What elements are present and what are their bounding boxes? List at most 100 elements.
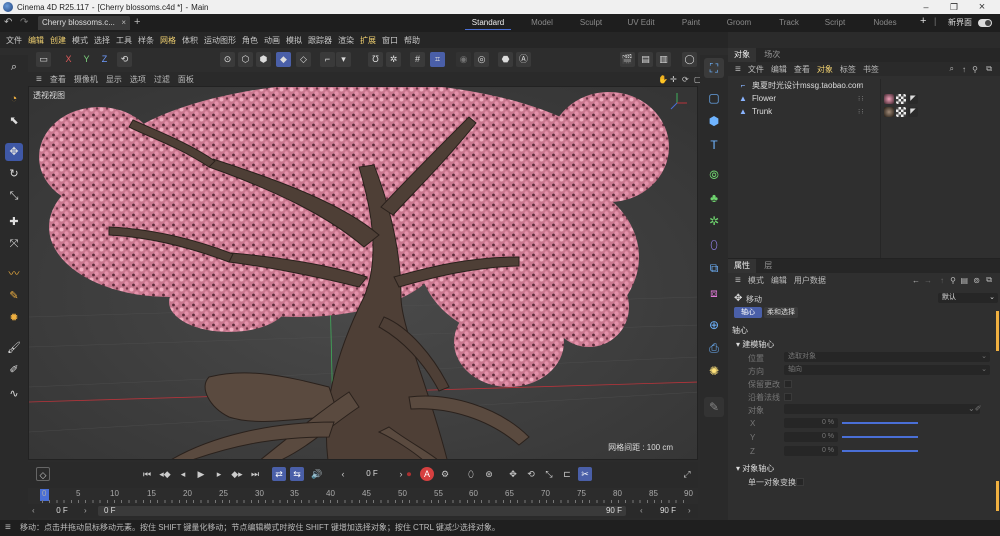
solo-icon[interactable]: ◉ xyxy=(456,52,471,67)
new-ui-toggle[interactable] xyxy=(978,19,992,27)
go-to-end-icon[interactable]: ⏭ xyxy=(248,467,262,481)
tab-attributes[interactable]: 属性 xyxy=(728,259,756,273)
scale-tool-icon[interactable]: ⤡ xyxy=(5,187,23,205)
loop-icon[interactable]: ⇄ xyxy=(272,467,286,481)
cloner-icon[interactable]: ♣ xyxy=(704,188,724,208)
direction-dropdown[interactable]: 轴向 ⌄ xyxy=(784,365,990,375)
tab-layers[interactable]: 层 xyxy=(758,259,778,273)
tab-paint[interactable]: Paint xyxy=(668,16,714,30)
coordinate-system-icon[interactable]: ⟲ xyxy=(117,52,132,67)
menu-mode[interactable]: 模式 xyxy=(72,35,88,46)
next-key-icon[interactable]: ◆▸ xyxy=(230,467,244,481)
add-layout-icon[interactable]: + xyxy=(920,15,926,27)
menu-volume[interactable]: 体积 xyxy=(182,35,198,46)
camera-mode-icon[interactable]: ▭ xyxy=(36,52,51,67)
menu-tracker[interactable]: 跟踪器 xyxy=(308,35,332,46)
range-end-prev-icon[interactable]: ‹ xyxy=(640,506,643,515)
viewport-menu-filter[interactable]: 过滤 xyxy=(154,74,170,85)
parameter-key-icon[interactable]: ⊏ xyxy=(560,467,574,481)
uvw-tag-icon[interactable] xyxy=(896,106,906,117)
render-picture-viewer-icon[interactable]: ▤ xyxy=(638,52,653,67)
camera-object-icon[interactable]: ⛶ xyxy=(704,58,724,78)
user-icon[interactable]: ◯ xyxy=(682,52,697,67)
spline-sketch-icon[interactable]: ✎ xyxy=(5,287,23,305)
phong-tag-icon[interactable]: ◤ xyxy=(908,93,918,104)
ping-pong-icon[interactable]: ⇆ xyxy=(290,467,304,481)
y-slider[interactable] xyxy=(842,436,918,438)
menu-mograph[interactable]: 运动图形 xyxy=(204,35,236,46)
x-slider[interactable] xyxy=(842,422,918,424)
uvw-tag-icon[interactable] xyxy=(896,93,906,104)
previous-key-icon[interactable]: ◂◆ xyxy=(158,467,172,481)
tab-objects[interactable]: 对象 xyxy=(728,48,756,62)
magnet-snap-icon[interactable]: Ʊ xyxy=(368,52,383,67)
visibility-dots-icon[interactable]: ⁝⁝ xyxy=(858,95,864,103)
object-menu-edit[interactable]: 编辑 xyxy=(771,64,787,75)
along-normals-checkbox[interactable] xyxy=(784,393,792,401)
object-search-icon[interactable]: ⌕ xyxy=(950,64,954,74)
minimize-button[interactable]: – xyxy=(912,0,940,14)
timeline-window-icon[interactable]: ⤢ xyxy=(680,467,694,481)
menu-create[interactable]: 创建 xyxy=(50,35,66,46)
rotation-key-icon[interactable]: ⟲ xyxy=(524,467,538,481)
select-tool-icon[interactable]: ⬉ xyxy=(5,112,23,130)
menu-window[interactable]: 窗口 xyxy=(382,35,398,46)
back-arrow-icon[interactable]: ← xyxy=(912,276,920,285)
history-icon[interactable]: ⊚ xyxy=(973,276,980,285)
cube-object-icon[interactable]: ⬢ xyxy=(704,111,724,131)
scale-key-icon[interactable]: ⤡ xyxy=(542,467,556,481)
light-icon[interactable]: ✺ xyxy=(704,361,724,381)
workplane-menu-icon[interactable]: ▾ xyxy=(336,52,351,67)
menu-tools[interactable]: 工具 xyxy=(116,35,132,46)
edge-mode-icon[interactable]: ⬢ xyxy=(256,52,271,67)
keep-changes-checkbox[interactable] xyxy=(784,380,792,388)
frame-back-icon[interactable]: ‹ xyxy=(336,467,350,481)
object-menu-bookmarks[interactable]: 书签 xyxy=(863,64,879,75)
attribute-menu-icon[interactable]: ≡ xyxy=(735,275,741,286)
scrollbar-marker[interactable] xyxy=(996,311,999,351)
axis-x-button[interactable]: X xyxy=(61,52,76,67)
object-menu-icon[interactable]: ≡ xyxy=(735,64,741,75)
viewport-menu-display[interactable]: 显示 xyxy=(106,74,122,85)
object-filter-icon[interactable]: ⚲ xyxy=(972,65,978,74)
group-object-axis[interactable]: ▾ 对象轴心 xyxy=(736,463,774,474)
model-mode-icon[interactable]: ⊙ xyxy=(220,52,235,67)
knife-tool-icon[interactable]: ∿ xyxy=(5,385,23,403)
auto-key-icon[interactable]: A xyxy=(420,467,434,481)
tab-soft-selection[interactable]: 柔和选择 xyxy=(764,307,798,318)
range-start-next-icon[interactable]: › xyxy=(84,506,87,515)
symmetry-icon[interactable]: ✲ xyxy=(704,211,724,231)
menu-edit[interactable]: 编辑 xyxy=(28,35,44,46)
move-tool-icon[interactable]: ✥ xyxy=(5,143,23,161)
range-end-next-icon[interactable]: › xyxy=(688,506,691,515)
viewport-move-icon[interactable]: ✛ xyxy=(670,75,677,84)
menu-animate[interactable]: 动画 xyxy=(264,35,280,46)
camera-icon[interactable]: ⎙ xyxy=(704,338,724,358)
viewport-menu-icon[interactable]: ≡ xyxy=(36,74,42,85)
object-menu-object[interactable]: 对象 xyxy=(817,64,833,75)
volume-builder-icon[interactable]: ⧈ xyxy=(704,283,724,303)
menu-mesh[interactable]: 网格 xyxy=(160,35,176,46)
object-up-icon[interactable]: ↑ xyxy=(962,65,966,74)
tab-sculpt[interactable]: Sculpt xyxy=(568,16,614,30)
render-view-icon[interactable]: 🎬 xyxy=(620,52,635,67)
tab-nodes[interactable]: Nodes xyxy=(862,16,908,30)
object-new-view-icon[interactable]: ⧉ xyxy=(986,64,992,74)
menu-character[interactable]: 角色 xyxy=(242,35,258,46)
undo-icon[interactable]: ↶ xyxy=(4,17,12,28)
tab-takes[interactable]: 场次 xyxy=(758,48,786,62)
keyframe-diamond-icon[interactable]: ◇ xyxy=(36,467,50,481)
forward-arrow-icon[interactable]: → xyxy=(924,276,932,285)
rotate-tool-icon[interactable]: ↻ xyxy=(5,165,23,183)
menu-file[interactable]: 文件 xyxy=(6,35,22,46)
status-menu-icon[interactable]: ≡ xyxy=(5,520,11,536)
play-icon[interactable]: ▶ xyxy=(194,467,208,481)
go-to-start-icon[interactable]: ⏮ xyxy=(140,467,154,481)
material-tag-icon[interactable] xyxy=(884,106,894,117)
perspective-viewport[interactable]: 透视视图 网格间距 : 100 cm xyxy=(28,86,698,460)
tab-uv-edit[interactable]: UV Edit xyxy=(618,16,664,30)
spline-smooth-icon[interactable]: ✹ xyxy=(5,309,23,327)
attribute-menu-mode[interactable]: 模式 xyxy=(748,275,764,286)
attribute-new-view-icon[interactable]: ⧉ xyxy=(986,275,992,285)
tab-script[interactable]: Script xyxy=(812,16,858,30)
